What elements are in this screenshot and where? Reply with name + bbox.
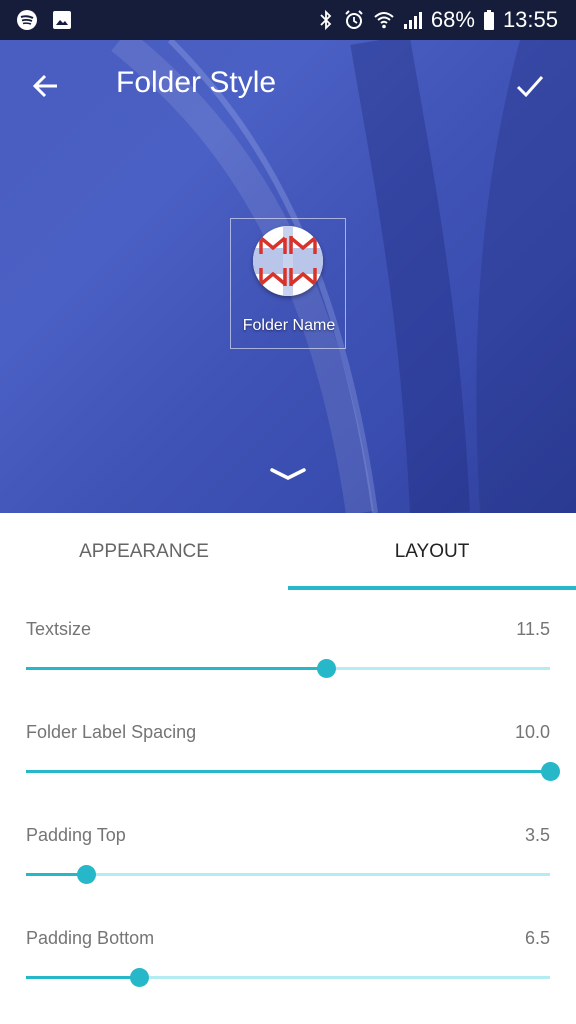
tab-layout[interactable]: LAYOUT <box>288 513 576 591</box>
layout-settings: Textsize 11.5 Folder Label Spacing 10.0 … <box>0 591 576 1024</box>
folder-name-label: Folder Name <box>242 317 336 334</box>
setting-folder-label-spacing: Folder Label Spacing 10.0 <box>0 694 576 797</box>
setting-label: Padding Top <box>26 825 126 845</box>
slider-thumb[interactable] <box>129 968 149 987</box>
slider-thumb[interactable] <box>540 762 560 781</box>
app-bar: Folder Style <box>0 40 576 132</box>
chevron-down-icon[interactable] <box>268 464 308 484</box>
folder-preview-header: Folder Style Folder Name <box>0 40 576 513</box>
back-arrow-icon <box>32 74 57 98</box>
tab-indicator <box>288 586 576 590</box>
gmail-folder-icon <box>253 226 323 296</box>
check-icon <box>516 76 544 98</box>
setting-value: 6.5 <box>524 928 550 948</box>
confirm-button[interactable] <box>510 66 550 106</box>
wifi-icon <box>373 9 395 31</box>
setting-label: Padding Bottom <box>26 928 155 948</box>
folder-label-spacing-slider[interactable] <box>26 760 560 784</box>
spotify-icon <box>16 9 38 31</box>
image-icon <box>52 10 72 30</box>
battery-icon <box>483 9 495 31</box>
battery-percent: 68% <box>430 7 475 32</box>
padding-top-slider[interactable] <box>26 863 550 887</box>
signal-icon <box>403 10 423 30</box>
slider-thumb[interactable] <box>77 865 97 884</box>
bluetooth-icon <box>317 9 335 31</box>
setting-padding-top: Padding Top 3.5 <box>0 797 576 900</box>
slider-thumb[interactable] <box>317 659 337 678</box>
setting-textsize: Textsize 11.5 <box>0 591 576 694</box>
textsize-slider[interactable] <box>26 657 550 681</box>
setting-value: 11.5 <box>516 619 550 639</box>
setting-label: Folder Label Spacing <box>26 722 197 742</box>
setting-value: 10.0 <box>514 722 550 742</box>
alarm-icon <box>343 9 365 31</box>
status-bar: 68% 13:55 <box>0 0 576 40</box>
padding-bottom-slider[interactable] <box>26 966 550 990</box>
folder-preview[interactable]: Folder Name <box>230 218 346 349</box>
slider-fill <box>26 976 140 979</box>
slider-fill <box>26 667 327 670</box>
clock: 13:55 <box>502 7 558 32</box>
back-button[interactable] <box>28 68 64 104</box>
setting-label: Textsize <box>26 619 92 639</box>
setting-value: 3.5 <box>524 825 550 845</box>
tab-appearance[interactable]: APPEARANCE <box>0 513 288 591</box>
setting-padding-bottom: Padding Bottom 6.5 <box>0 900 576 1003</box>
slider-track <box>26 873 550 876</box>
page-title: Folder Style <box>116 66 277 99</box>
tab-bar: APPEARANCE LAYOUT <box>0 513 576 591</box>
slider-fill <box>26 770 550 773</box>
